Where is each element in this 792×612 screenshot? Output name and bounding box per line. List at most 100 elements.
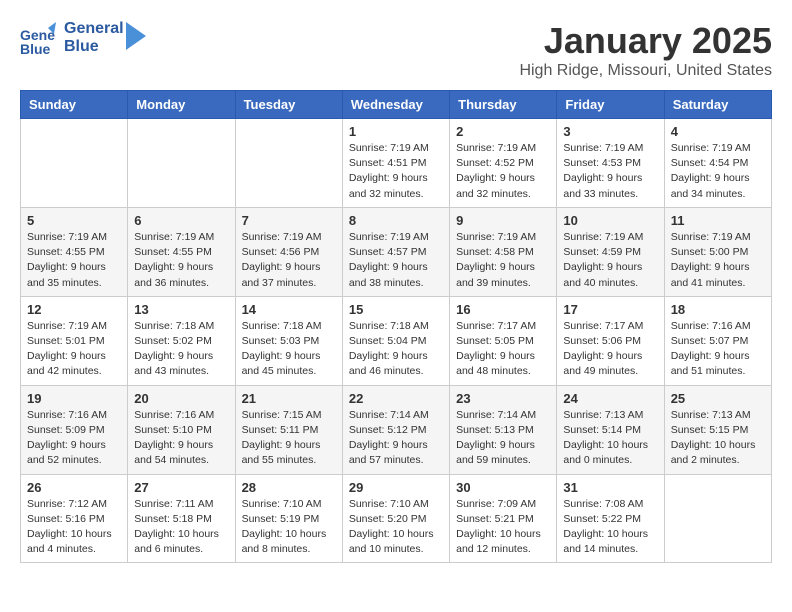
day-number: 19 — [27, 391, 121, 406]
logo-icon: General Blue — [20, 20, 56, 56]
day-info: Sunrise: 7:10 AM Sunset: 5:19 PM Dayligh… — [242, 497, 336, 558]
calendar-week-row: 1 Sunrise: 7:19 AM Sunset: 4:51 PM Daylig… — [21, 119, 772, 208]
calendar-table: SundayMondayTuesdayWednesdayThursdayFrid… — [20, 90, 772, 563]
calendar-day-cell: 21Sunrise: 7:15 AM Sunset: 5:11 PM Dayli… — [235, 385, 342, 474]
calendar-day-cell: 26 Sunrise: 7:12 AM Sunset: 5:16 PM Dayli… — [21, 474, 128, 563]
calendar-day-cell: 5 Sunrise: 7:19 AM Sunset: 4:55 PM Daylig… — [21, 207, 128, 296]
calendar-day-cell: 28 Sunrise: 7:10 AM Sunset: 5:19 PM Dayli… — [235, 474, 342, 563]
title-block: January 2025 High Ridge, Missouri, Unite… — [519, 20, 772, 80]
day-number: 10 — [563, 213, 657, 228]
day-info: Sunrise: 7:18 AM Sunset: 5:02 PM Dayligh… — [134, 319, 228, 380]
calendar-day-cell: 25 Sunrise: 7:13 AM Sunset: 5:15 PM Dayli… — [664, 385, 771, 474]
day-number: 25 — [671, 391, 765, 406]
calendar-day-cell: 24Sunrise: 7:13 AM Sunset: 5:14 PM Dayli… — [557, 385, 664, 474]
calendar-day-cell: 19 Sunrise: 7:16 AM Sunset: 5:09 PM Dayli… — [21, 385, 128, 474]
day-info: Sunrise: 7:19 AM Sunset: 4:58 PM Dayligh… — [456, 230, 550, 291]
calendar-day-cell: 31 Sunrise: 7:08 AM Sunset: 5:22 PM Dayli… — [557, 474, 664, 563]
calendar-day-cell: 7Sunrise: 7:19 AM Sunset: 4:56 PM Daylig… — [235, 207, 342, 296]
day-info: Sunrise: 7:19 AM Sunset: 4:54 PM Dayligh… — [671, 141, 765, 202]
day-info: Sunrise: 7:10 AM Sunset: 5:20 PM Dayligh… — [349, 497, 443, 558]
calendar-day-cell — [128, 119, 235, 208]
day-number: 2 — [456, 124, 550, 139]
month-title: January 2025 — [519, 20, 772, 62]
day-number: 22 — [349, 391, 443, 406]
page-header: General Blue General Blue January 2025 H… — [20, 20, 772, 80]
calendar-day-cell: 15 Sunrise: 7:18 AM Sunset: 5:04 PM Dayli… — [342, 296, 449, 385]
day-number: 16 — [456, 302, 550, 317]
day-number: 8 — [349, 213, 443, 228]
calendar-day-cell: 14Sunrise: 7:18 AM Sunset: 5:03 PM Dayli… — [235, 296, 342, 385]
weekday-header: Saturday — [664, 91, 771, 119]
calendar-day-cell — [235, 119, 342, 208]
day-info: Sunrise: 7:17 AM Sunset: 5:05 PM Dayligh… — [456, 319, 550, 380]
day-number: 14 — [242, 302, 336, 317]
day-info: Sunrise: 7:18 AM Sunset: 5:04 PM Dayligh… — [349, 319, 443, 380]
day-number: 1 — [349, 124, 443, 139]
day-number: 15 — [349, 302, 443, 317]
calendar-day-cell: 3 Sunrise: 7:19 AM Sunset: 4:53 PM Daylig… — [557, 119, 664, 208]
calendar-day-cell: 4Sunrise: 7:19 AM Sunset: 4:54 PM Daylig… — [664, 119, 771, 208]
day-number: 7 — [242, 213, 336, 228]
day-number: 18 — [671, 302, 765, 317]
calendar-day-cell: 6 Sunrise: 7:19 AM Sunset: 4:55 PM Daylig… — [128, 207, 235, 296]
logo-line1: General — [64, 20, 124, 38]
day-info: Sunrise: 7:11 AM Sunset: 5:18 PM Dayligh… — [134, 497, 228, 558]
svg-text:Blue: Blue — [20, 41, 51, 56]
calendar-day-cell: 2 Sunrise: 7:19 AM Sunset: 4:52 PM Daylig… — [450, 119, 557, 208]
calendar-day-cell: 10 Sunrise: 7:19 AM Sunset: 4:59 PM Dayli… — [557, 207, 664, 296]
day-number: 27 — [134, 480, 228, 495]
day-number: 31 — [563, 480, 657, 495]
day-info: Sunrise: 7:19 AM Sunset: 4:57 PM Dayligh… — [349, 230, 443, 291]
day-number: 6 — [134, 213, 228, 228]
logo-line2: Blue — [64, 38, 124, 56]
day-info: Sunrise: 7:17 AM Sunset: 5:06 PM Dayligh… — [563, 319, 657, 380]
calendar-week-row: 5 Sunrise: 7:19 AM Sunset: 4:55 PM Daylig… — [21, 207, 772, 296]
day-number: 28 — [242, 480, 336, 495]
calendar-week-row: 19 Sunrise: 7:16 AM Sunset: 5:09 PM Dayli… — [21, 385, 772, 474]
calendar-day-cell: 22 Sunrise: 7:14 AM Sunset: 5:12 PM Dayli… — [342, 385, 449, 474]
day-info: Sunrise: 7:19 AM Sunset: 4:51 PM Dayligh… — [349, 141, 443, 202]
day-info: Sunrise: 7:19 AM Sunset: 4:59 PM Dayligh… — [563, 230, 657, 291]
day-info: Sunrise: 7:16 AM Sunset: 5:07 PM Dayligh… — [671, 319, 765, 380]
weekday-header-row: SundayMondayTuesdayWednesdayThursdayFrid… — [21, 91, 772, 119]
day-info: Sunrise: 7:19 AM Sunset: 4:53 PM Dayligh… — [563, 141, 657, 202]
calendar-week-row: 26 Sunrise: 7:12 AM Sunset: 5:16 PM Dayli… — [21, 474, 772, 563]
logo: General Blue General Blue — [20, 20, 146, 56]
day-info: Sunrise: 7:15 AM Sunset: 5:11 PM Dayligh… — [242, 408, 336, 469]
weekday-header: Thursday — [450, 91, 557, 119]
day-info: Sunrise: 7:19 AM Sunset: 4:55 PM Dayligh… — [27, 230, 121, 291]
weekday-header: Friday — [557, 91, 664, 119]
day-info: Sunrise: 7:19 AM Sunset: 4:52 PM Dayligh… — [456, 141, 550, 202]
weekday-header: Wednesday — [342, 91, 449, 119]
day-number: 30 — [456, 480, 550, 495]
calendar-day-cell: 30Sunrise: 7:09 AM Sunset: 5:21 PM Dayli… — [450, 474, 557, 563]
day-info: Sunrise: 7:12 AM Sunset: 5:16 PM Dayligh… — [27, 497, 121, 558]
day-info: Sunrise: 7:16 AM Sunset: 5:09 PM Dayligh… — [27, 408, 121, 469]
day-info: Sunrise: 7:19 AM Sunset: 5:00 PM Dayligh… — [671, 230, 765, 291]
logo-arrow-icon — [126, 22, 146, 50]
day-number: 3 — [563, 124, 657, 139]
calendar-day-cell: 29Sunrise: 7:10 AM Sunset: 5:20 PM Dayli… — [342, 474, 449, 563]
calendar-day-cell: 13 Sunrise: 7:18 AM Sunset: 5:02 PM Dayli… — [128, 296, 235, 385]
calendar-day-cell: 16 Sunrise: 7:17 AM Sunset: 5:05 PM Dayli… — [450, 296, 557, 385]
weekday-header: Monday — [128, 91, 235, 119]
day-number: 5 — [27, 213, 121, 228]
calendar-day-cell — [21, 119, 128, 208]
weekday-header: Sunday — [21, 91, 128, 119]
calendar-day-cell: 12 Sunrise: 7:19 AM Sunset: 5:01 PM Dayli… — [21, 296, 128, 385]
day-info: Sunrise: 7:14 AM Sunset: 5:12 PM Dayligh… — [349, 408, 443, 469]
calendar-day-cell: 1 Sunrise: 7:19 AM Sunset: 4:51 PM Daylig… — [342, 119, 449, 208]
weekday-header: Tuesday — [235, 91, 342, 119]
location: High Ridge, Missouri, United States — [519, 62, 772, 80]
day-info: Sunrise: 7:13 AM Sunset: 5:15 PM Dayligh… — [671, 408, 765, 469]
calendar-day-cell: 17Sunrise: 7:17 AM Sunset: 5:06 PM Dayli… — [557, 296, 664, 385]
day-number: 24 — [563, 391, 657, 406]
day-info: Sunrise: 7:19 AM Sunset: 4:55 PM Dayligh… — [134, 230, 228, 291]
day-number: 13 — [134, 302, 228, 317]
day-number: 26 — [27, 480, 121, 495]
calendar-day-cell: 18 Sunrise: 7:16 AM Sunset: 5:07 PM Dayli… — [664, 296, 771, 385]
day-info: Sunrise: 7:08 AM Sunset: 5:22 PM Dayligh… — [563, 497, 657, 558]
calendar-day-cell: 27 Sunrise: 7:11 AM Sunset: 5:18 PM Dayli… — [128, 474, 235, 563]
day-info: Sunrise: 7:19 AM Sunset: 5:01 PM Dayligh… — [27, 319, 121, 380]
day-number: 12 — [27, 302, 121, 317]
